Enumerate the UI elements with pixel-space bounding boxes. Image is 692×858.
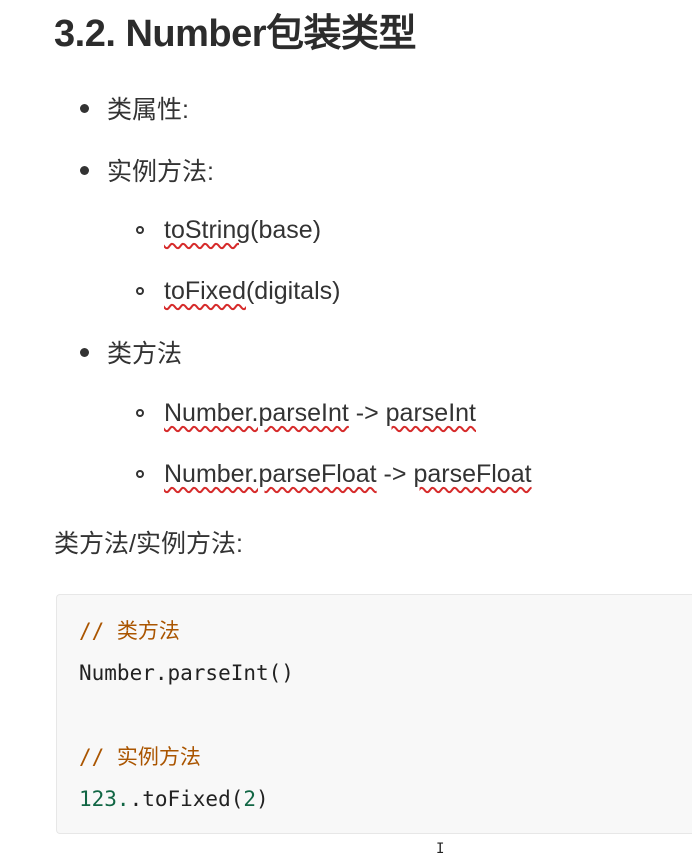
- method-link-parseint[interactable]: parseInt: [386, 399, 476, 428]
- section-heading: 3.2. Number包装类型: [54, 13, 417, 55]
- circle-bullet-icon: [136, 226, 144, 234]
- bullet-icon: [80, 103, 89, 113]
- sub-list-item: toString (base): [136, 210, 321, 250]
- code-text: .toFixed(: [129, 787, 244, 811]
- method-args: (digitals): [245, 276, 341, 305]
- method-link-parsefloat[interactable]: parseFloat: [413, 460, 531, 489]
- circle-bullet-icon: [136, 470, 144, 478]
- method-link-tofixed[interactable]: toFixed: [164, 277, 246, 306]
- sub-list-item: Number.parseInt -> parseInt: [136, 393, 476, 433]
- text-cursor-icon: I: [436, 841, 445, 857]
- code-number: 123.: [79, 787, 130, 811]
- code-comment: // 实例方法: [79, 745, 201, 769]
- code-line: Number.parseInt(): [79, 661, 294, 685]
- list-item-text: 类方法: [107, 340, 183, 368]
- arrow-text: ->: [376, 459, 414, 488]
- circle-bullet-icon: [136, 287, 144, 295]
- method-link-number-parseint[interactable]: Number.parseInt: [164, 399, 349, 428]
- code-line: 123..toFixed(2): [79, 783, 269, 815]
- list-item-text: 实例方法:: [107, 158, 214, 186]
- code-number: 2: [243, 787, 257, 811]
- list-item: 类属性:: [80, 88, 189, 128]
- sub-list-item: toFixed (digitals): [136, 271, 340, 311]
- bullet-icon: [80, 165, 89, 175]
- list-item: 类方法: [80, 332, 182, 372]
- method-link-tostring[interactable]: toString: [164, 216, 250, 245]
- arrow-text: ->: [348, 398, 386, 427]
- list-item-text: 类属性:: [107, 96, 189, 124]
- code-comment: // 类方法: [79, 619, 180, 643]
- paragraph: 类方法/实例方法:: [54, 530, 243, 558]
- method-args: (base): [250, 215, 322, 244]
- method-link-number-parsefloat[interactable]: Number.parseFloat: [164, 460, 377, 489]
- bullet-icon: [80, 347, 89, 357]
- circle-bullet-icon: [136, 409, 144, 417]
- sub-list-item: Number.parseFloat -> parseFloat: [136, 454, 532, 494]
- code-block[interactable]: // 类方法 Number.parseInt() // 实例方法 123..to…: [56, 594, 692, 834]
- list-item: 实例方法:: [80, 150, 214, 190]
- code-text: ): [256, 787, 269, 811]
